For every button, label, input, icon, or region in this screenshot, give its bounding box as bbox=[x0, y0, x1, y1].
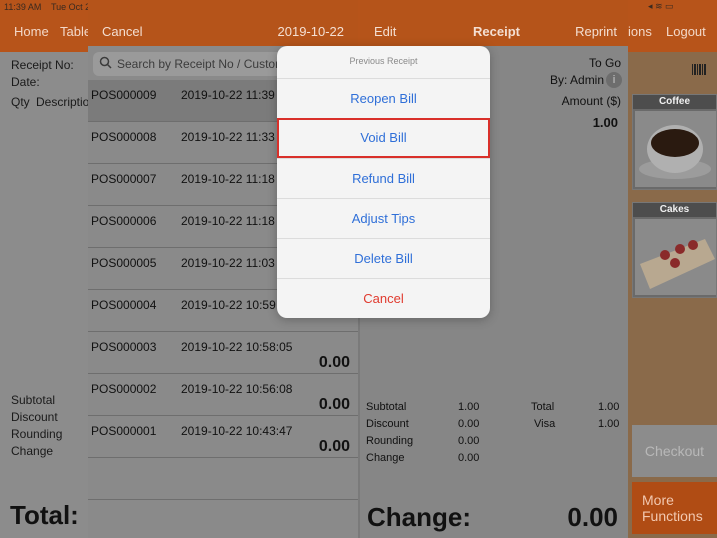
visa-label: Visa bbox=[534, 418, 556, 430]
receipt-number: POS000007 bbox=[91, 172, 157, 186]
empty-row bbox=[88, 458, 358, 500]
subtotal-label: Subtotal bbox=[11, 393, 56, 407]
subtotal-label: Subtotal bbox=[366, 401, 407, 413]
receipt-amount: 0.00 bbox=[318, 438, 350, 455]
void-bill-button[interactable]: Void Bill bbox=[277, 118, 490, 158]
subtotal-value: 1.00 bbox=[458, 401, 480, 413]
rounding-value: 0.00 bbox=[458, 435, 480, 447]
barcode-icon[interactable] bbox=[691, 63, 707, 77]
discount-value: 0.00 bbox=[458, 418, 480, 430]
cancel-menu-button[interactable]: Cancel bbox=[277, 278, 490, 318]
previous-receipt-menu: Previous Receipt Reopen Bill Void Bill R… bbox=[277, 46, 490, 318]
more-functions-label: More Functions bbox=[642, 492, 703, 524]
menu-title: Previous Receipt bbox=[349, 56, 418, 66]
nav-functions[interactable]: ions bbox=[628, 24, 652, 39]
date-label: Date: bbox=[11, 75, 40, 89]
line-amount: 1.00 bbox=[592, 115, 618, 130]
date-selector[interactable]: 2019-10-22 bbox=[278, 24, 345, 39]
search-icon bbox=[99, 56, 112, 69]
rounding-label: Rounding bbox=[11, 427, 63, 441]
receipt-datetime: 2019-10-22 11:18 bbox=[181, 172, 275, 186]
order-type: To Go bbox=[588, 56, 621, 70]
receipt-number: POS000003 bbox=[91, 340, 157, 354]
edit-button[interactable]: Edit bbox=[374, 24, 396, 39]
receipt-datetime: 2019-10-22 10:58:05 bbox=[181, 340, 293, 354]
receipt-number: POS000004 bbox=[91, 298, 157, 312]
list-header: Cancel 2019-10-22 bbox=[88, 0, 358, 46]
nav-table[interactable]: Table bbox=[60, 24, 91, 39]
product-tile-coffee[interactable]: Coffee bbox=[632, 94, 717, 190]
receipt-number: POS000002 bbox=[91, 382, 157, 396]
rounding-label: Rounding bbox=[366, 435, 414, 447]
receipt-number: POS000009 bbox=[91, 88, 157, 102]
total-label: Total bbox=[531, 401, 555, 413]
cancel-button[interactable]: Cancel bbox=[102, 24, 142, 39]
receipt-number: POS000005 bbox=[91, 256, 157, 270]
receipt-row[interactable]: POS000003 2019-10-22 10:58:05 0.00 bbox=[88, 332, 358, 374]
nav-home[interactable]: Home bbox=[14, 24, 49, 39]
tile-label: Coffee bbox=[633, 95, 716, 109]
refund-bill-button[interactable]: Refund Bill bbox=[277, 158, 490, 198]
receipt-number: POS000008 bbox=[91, 130, 157, 144]
qty-header: Qty bbox=[11, 95, 30, 109]
cake-image bbox=[635, 219, 716, 295]
status-time: 11:39 AM bbox=[4, 2, 42, 12]
receipt-no-label: Receipt No: bbox=[11, 58, 74, 72]
reopen-bill-button[interactable]: Reopen Bill bbox=[277, 78, 490, 118]
total-label: Total: bbox=[10, 500, 79, 530]
receipt-row[interactable]: POS000002 2019-10-22 10:56:08 0.00 bbox=[88, 374, 358, 416]
info-icon[interactable]: i bbox=[606, 72, 622, 88]
tile-label: Cakes bbox=[633, 203, 716, 217]
status-icons: ◂ ≋ ▭ bbox=[648, 1, 674, 11]
change-label: Change bbox=[366, 452, 405, 464]
receipt-amount: 0.00 bbox=[318, 354, 350, 371]
more-functions-button[interactable]: More Functions bbox=[632, 482, 717, 534]
receipt-datetime: 2019-10-22 11:03 bbox=[181, 256, 275, 270]
change-total-label: Change: bbox=[367, 502, 471, 532]
order-panel: Receipt No: Date: Qty Description Subtot… bbox=[0, 52, 96, 538]
total-value: 1.00 bbox=[598, 401, 620, 413]
checkout-button[interactable]: Checkout bbox=[632, 425, 717, 477]
change-label: Change bbox=[11, 444, 54, 458]
delete-bill-button[interactable]: Delete Bill bbox=[277, 238, 490, 278]
cashier-name: By: Admin bbox=[550, 73, 605, 87]
change-value: 0.00 bbox=[458, 452, 480, 464]
change-total-value: 0.00 bbox=[567, 502, 618, 532]
nav-logout[interactable]: Logout bbox=[666, 24, 706, 39]
product-tile-cakes[interactable]: Cakes bbox=[632, 202, 717, 298]
discount-label: Discount bbox=[366, 418, 409, 430]
receipt-datetime: 2019-10-22 11:18 bbox=[181, 214, 275, 228]
receipt-amount: 0.00 bbox=[318, 396, 350, 413]
adjust-tips-button[interactable]: Adjust Tips bbox=[277, 198, 490, 238]
receipt-number: POS000001 bbox=[91, 424, 157, 438]
receipt-datetime: 2019-10-22 10:43:47 bbox=[181, 424, 293, 438]
coffee-image bbox=[635, 111, 716, 187]
pos-app: 11:39 AM Tue Oct 22 ◂ ≋ ▭ Home Table ion… bbox=[0, 0, 717, 538]
receipt-datetime: 2019-10-22 10:59 bbox=[181, 298, 276, 312]
receipt-datetime: 2019-10-22 11:39 bbox=[181, 88, 275, 102]
receipt-number: POS000006 bbox=[91, 214, 157, 228]
discount-label: Discount bbox=[11, 410, 58, 424]
receipt-title: Receipt bbox=[473, 24, 520, 39]
visa-value: 1.00 bbox=[598, 418, 620, 430]
receipt-datetime: 2019-10-22 11:33 bbox=[181, 130, 275, 144]
receipt-row[interactable]: POS000001 2019-10-22 10:43:47 0.00 bbox=[88, 416, 358, 458]
amount-header: Amount ($) bbox=[561, 94, 621, 108]
receipt-datetime: 2019-10-22 10:56:08 bbox=[181, 382, 293, 396]
receipt-header: Edit Receipt Reprint bbox=[360, 0, 628, 46]
reprint-button[interactable]: Reprint bbox=[575, 24, 617, 39]
